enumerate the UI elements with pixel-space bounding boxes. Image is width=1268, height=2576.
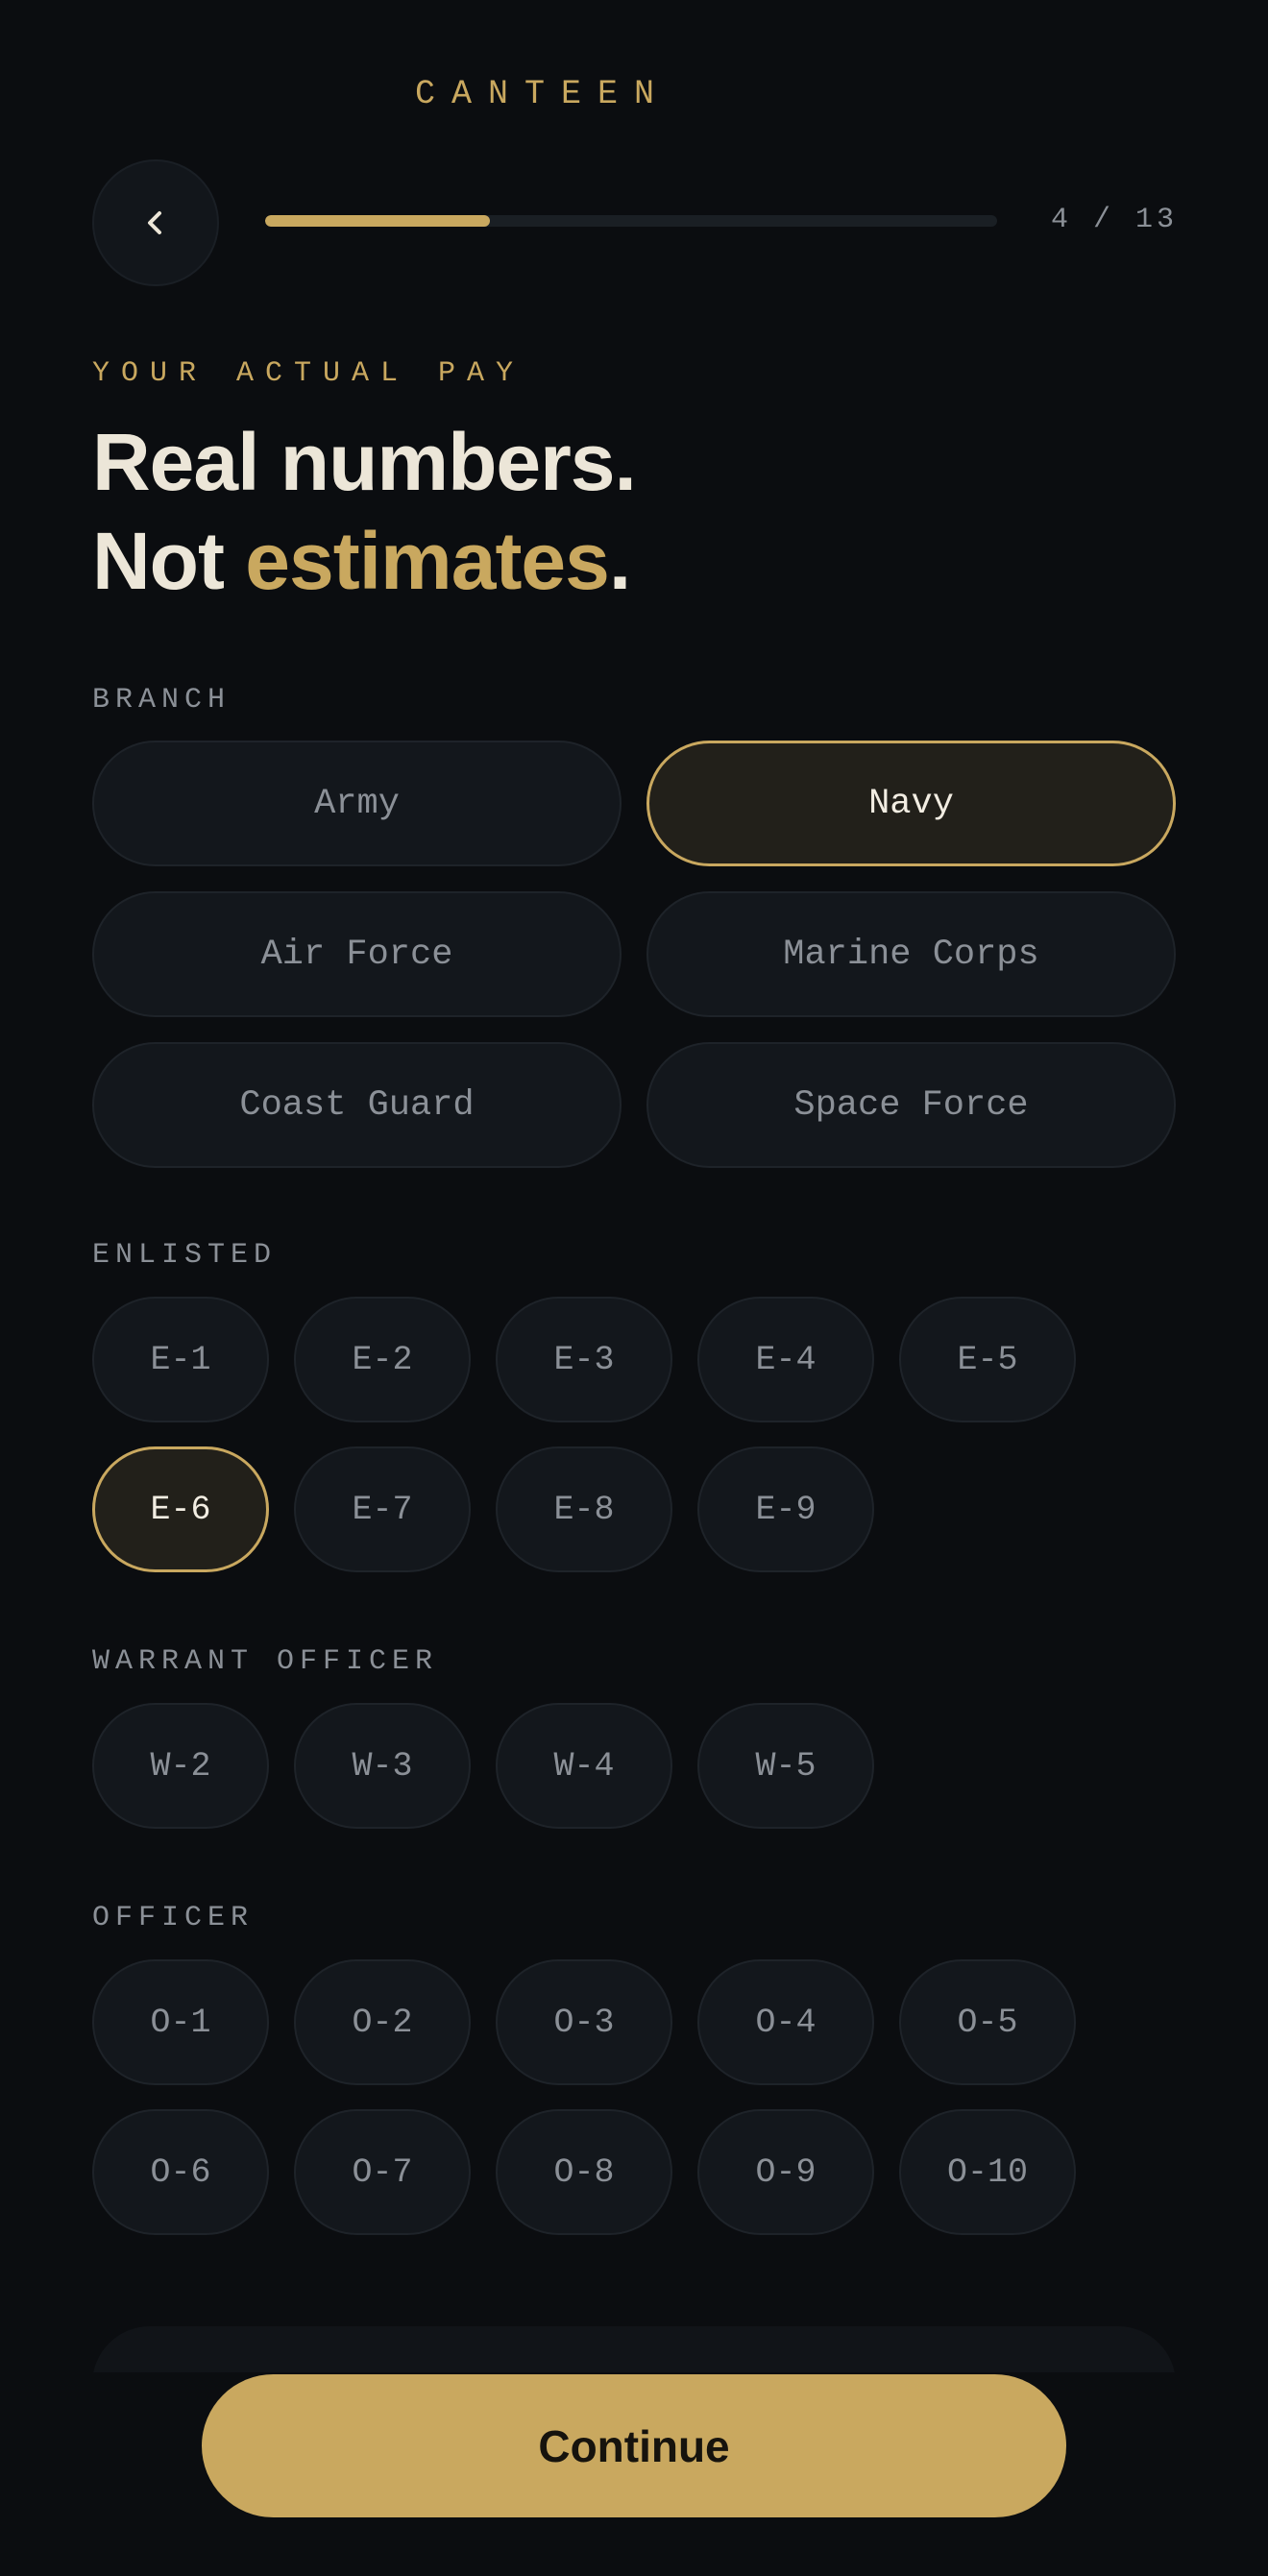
officer-label: OFFICER	[92, 1902, 255, 1934]
branch-option-air-force[interactable]: Air Force	[92, 891, 622, 1017]
progress-bar	[265, 215, 997, 227]
branch-label: BRANCH	[92, 684, 232, 717]
rank-option-selected[interactable]: E-6	[92, 1446, 269, 1572]
rank-option[interactable]: E-5	[899, 1297, 1076, 1422]
headline-line-2: Not estimates.	[92, 512, 636, 611]
rank-option[interactable]: E-7	[294, 1446, 471, 1572]
rank-option[interactable]: O-3	[496, 1959, 672, 2085]
rank-option[interactable]: O-6	[92, 2109, 269, 2235]
headline-prefix: Not	[92, 516, 246, 606]
back-button[interactable]	[92, 159, 219, 286]
branch-options: Army Navy Air Force Marine Corps Coast G…	[92, 741, 1176, 1168]
warrant-officer-label: WARRANT OFFICER	[92, 1645, 439, 1678]
warrant-row-1: W-2 W-3 W-4 W-5	[92, 1703, 874, 1829]
rank-option[interactable]: E-4	[697, 1297, 874, 1422]
officer-row-1: O-1 O-2 O-3 O-4 O-5	[92, 1959, 1076, 2085]
rank-option[interactable]: O-7	[294, 2109, 471, 2235]
rank-option[interactable]: O-9	[697, 2109, 874, 2235]
rank-option[interactable]: E-1	[92, 1297, 269, 1422]
enlisted-row-2: E-6 E-7 E-8 E-9	[92, 1446, 874, 1572]
rank-option[interactable]: W-4	[496, 1703, 672, 1829]
page-title: Real numbers. Not estimates.	[92, 413, 637, 611]
rank-option[interactable]: E-8	[496, 1446, 672, 1572]
rank-option[interactable]: O-4	[697, 1959, 874, 2085]
branch-option-navy[interactable]: Navy	[646, 741, 1176, 866]
rank-option[interactable]: O-8	[496, 2109, 672, 2235]
headline-suffix: .	[608, 516, 631, 606]
branch-option-army[interactable]: Army	[92, 741, 622, 866]
branch-option-space-force[interactable]: Space Force	[646, 1042, 1176, 1168]
branch-option-marine-corps[interactable]: Marine Corps	[646, 891, 1176, 1017]
rank-option[interactable]: W-2	[92, 1703, 269, 1829]
app-brand: CANTEEN	[414, 75, 671, 113]
officer-row-2: O-6 O-7 O-8 O-9 O-10	[92, 2109, 1076, 2235]
enlisted-label: ENLISTED	[92, 1239, 278, 1272]
headline-accent: estimates	[245, 516, 610, 606]
enlisted-row-1: E-1 E-2 E-3 E-4 E-5	[92, 1297, 1076, 1422]
rank-option[interactable]: E-2	[294, 1297, 471, 1422]
rank-option[interactable]: O-2	[294, 1959, 471, 2085]
branch-option-coast-guard[interactable]: Coast Guard	[92, 1042, 622, 1168]
rank-option[interactable]: O-1	[92, 1959, 269, 2085]
rank-option[interactable]: E-9	[697, 1446, 874, 1572]
progress-counter: 4 / 13	[1050, 204, 1178, 236]
section-eyebrow: YOUR ACTUAL PAY	[92, 357, 525, 390]
rank-option[interactable]: O-10	[899, 2109, 1076, 2235]
chevron-left-icon	[148, 211, 161, 234]
progress-fill	[265, 215, 491, 227]
rank-option[interactable]: W-3	[294, 1703, 471, 1829]
continue-button[interactable]: Continue	[202, 2374, 1066, 2517]
headline-line-1: Real numbers.	[92, 417, 637, 507]
rank-option[interactable]: E-3	[496, 1297, 672, 1422]
rank-option[interactable]: O-5	[899, 1959, 1076, 2085]
rank-option[interactable]: W-5	[697, 1703, 874, 1829]
